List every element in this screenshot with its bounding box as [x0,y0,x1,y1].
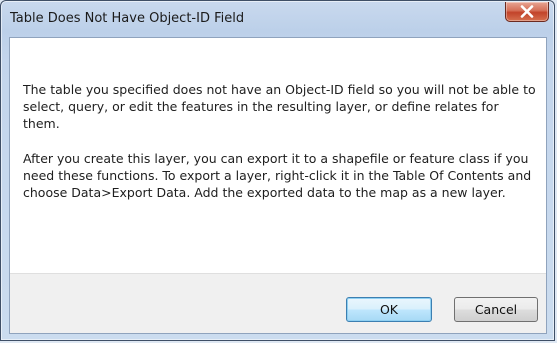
close-button[interactable] [505,2,549,22]
ok-button[interactable]: OK [346,297,432,322]
message-area: The table you specified does not have an… [23,81,538,201]
message-paragraph-1: The table you specified does not have an… [23,82,536,131]
dialog-title: Table Does Not Have Object-ID Field [10,11,245,26]
message-paragraph-2: After you create this layer, you can exp… [23,151,532,200]
dialog-content: The table you specified does not have an… [9,37,547,334]
close-x-icon [520,5,534,18]
cancel-button[interactable]: Cancel [454,297,538,322]
dialog-window: Table Does Not Have Object-ID Field The … [0,0,555,341]
button-bar: OK Cancel [10,273,546,333]
title-bar[interactable]: Table Does Not Have Object-ID Field [1,1,554,37]
